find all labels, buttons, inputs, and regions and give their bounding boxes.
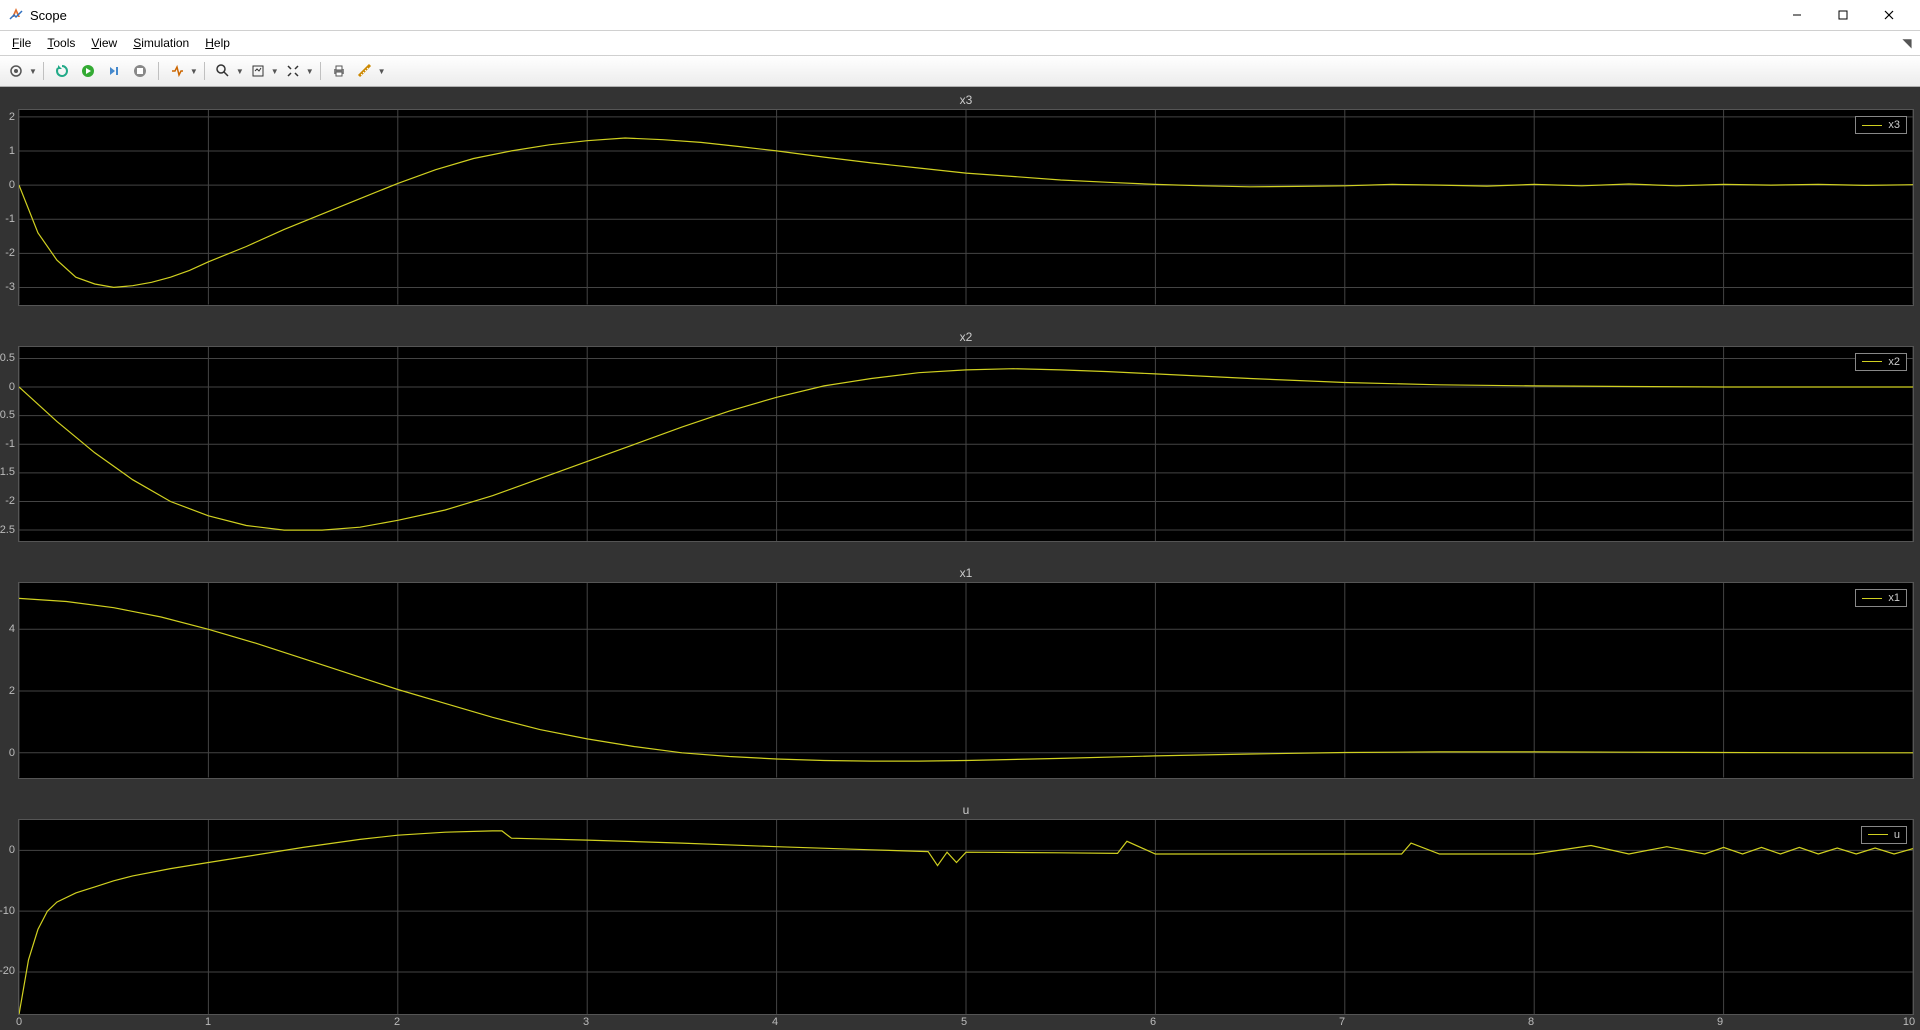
x-tick-label: 10 xyxy=(1903,1016,1915,1028)
legend-line-icon xyxy=(1862,598,1882,599)
legend-label: x2 xyxy=(1888,356,1900,368)
y-tick-label: 0 xyxy=(9,381,15,393)
chart-x3[interactable]: x3-3-2-1012x3 xyxy=(18,91,1914,306)
legend-label: x1 xyxy=(1888,592,1900,604)
dropdown-arrow-icon[interactable]: ▼ xyxy=(378,67,386,76)
chart-title: x1 xyxy=(18,564,1914,582)
zoom-axes-button[interactable] xyxy=(246,59,270,83)
menu-help[interactable]: Help xyxy=(197,34,238,52)
y-tick-label: -1 xyxy=(5,213,15,225)
toolbar-separator xyxy=(204,62,205,80)
legend-line-icon xyxy=(1862,125,1882,126)
menu-file[interactable]: File xyxy=(4,34,39,52)
x-tick-label: 9 xyxy=(1717,1016,1723,1028)
y-tick-label: -2 xyxy=(5,247,15,259)
menubar-overflow-icon[interactable]: ◥ xyxy=(1898,34,1916,52)
dropdown-arrow-icon[interactable]: ▼ xyxy=(236,67,244,76)
restart-button[interactable] xyxy=(50,59,74,83)
legend-label: x3 xyxy=(1888,119,1900,131)
highlight-signal-button[interactable] xyxy=(165,59,189,83)
y-tick-label: 4 xyxy=(9,623,15,635)
x-tick-label: 0 xyxy=(16,1016,22,1028)
x-tick-label: 4 xyxy=(772,1016,778,1028)
y-tick-label: 0 xyxy=(9,844,15,856)
minimize-button[interactable] xyxy=(1774,0,1820,30)
toolbar-separator xyxy=(158,62,159,80)
close-button[interactable] xyxy=(1866,0,1912,30)
stop-button[interactable] xyxy=(128,59,152,83)
plot-area[interactable]: -2.5-2-1.5-1-0.500.5x2 xyxy=(18,346,1914,543)
measurements-button[interactable] xyxy=(353,59,377,83)
dropdown-arrow-icon[interactable]: ▼ xyxy=(29,67,37,76)
x-tick-label: 3 xyxy=(583,1016,589,1028)
step-forward-button[interactable] xyxy=(102,59,126,83)
chart-title: x2 xyxy=(18,328,1914,346)
run-button[interactable] xyxy=(76,59,100,83)
menu-view[interactable]: View xyxy=(83,34,125,52)
dropdown-arrow-icon[interactable]: ▼ xyxy=(190,67,198,76)
plot-area[interactable]: 024x1 xyxy=(18,582,1914,779)
y-tick-label: 0 xyxy=(9,747,15,759)
chart-x1[interactable]: x1024x1 xyxy=(18,564,1914,779)
plot-area[interactable]: -3-2-1012x3 xyxy=(18,109,1914,306)
y-tick-label: -2 xyxy=(5,495,15,507)
scope-display: x3-3-2-1012x3x2-2.5-2-1.5-1-0.500.5x2x10… xyxy=(0,87,1920,1030)
toolbar-separator xyxy=(320,62,321,80)
titlebar: Scope xyxy=(0,0,1920,31)
toolbar: ▼ ▼ ▼ ▼ ▼ ▼ xyxy=(0,56,1920,87)
y-tick-label: -10 xyxy=(0,905,15,917)
chart-title: u xyxy=(18,801,1914,819)
y-tick-label: 0 xyxy=(9,179,15,191)
y-tick-label: -3 xyxy=(5,281,15,293)
chart-u[interactable]: u-20-100012345678910u xyxy=(18,801,1914,1016)
menu-tools[interactable]: Tools xyxy=(39,34,83,52)
dropdown-arrow-icon[interactable]: ▼ xyxy=(271,67,279,76)
y-tick-label: -2.5 xyxy=(0,524,15,536)
legend[interactable]: x2 xyxy=(1855,353,1907,371)
legend[interactable]: u xyxy=(1861,826,1907,844)
y-tick-label: 2 xyxy=(9,111,15,123)
print-button[interactable] xyxy=(327,59,351,83)
y-tick-label: 0.5 xyxy=(0,352,15,364)
y-tick-label: -1.5 xyxy=(0,466,15,478)
toolbar-separator xyxy=(43,62,44,80)
y-tick-label: -0.5 xyxy=(0,409,15,421)
x-tick-label: 6 xyxy=(1150,1016,1156,1028)
window-title: Scope xyxy=(30,8,1774,23)
legend[interactable]: x3 xyxy=(1855,116,1907,134)
x-tick-label: 1 xyxy=(205,1016,211,1028)
menubar: File Tools View Simulation Help ◥ xyxy=(0,31,1920,56)
y-tick-label: 1 xyxy=(9,145,15,157)
menu-simulation[interactable]: Simulation xyxy=(125,34,197,52)
legend-line-icon xyxy=(1862,361,1882,362)
scale-axes-button[interactable] xyxy=(281,59,305,83)
y-tick-label: 2 xyxy=(9,685,15,697)
dropdown-arrow-icon[interactable]: ▼ xyxy=(306,67,314,76)
x-tick-label: 7 xyxy=(1339,1016,1345,1028)
x-tick-label: 5 xyxy=(961,1016,967,1028)
legend[interactable]: x1 xyxy=(1855,589,1907,607)
x-tick-label: 8 xyxy=(1528,1016,1534,1028)
legend-line-icon xyxy=(1868,834,1888,835)
x-tick-label: 2 xyxy=(394,1016,400,1028)
chart-title: x3 xyxy=(18,91,1914,109)
zoom-button[interactable] xyxy=(211,59,235,83)
legend-label: u xyxy=(1894,829,1900,841)
y-tick-label: -1 xyxy=(5,438,15,450)
chart-x2[interactable]: x2-2.5-2-1.5-1-0.500.5x2 xyxy=(18,328,1914,543)
configuration-button[interactable] xyxy=(4,59,28,83)
plot-area[interactable]: -20-100012345678910u xyxy=(18,819,1914,1016)
maximize-button[interactable] xyxy=(1820,0,1866,30)
matlab-icon xyxy=(8,7,24,23)
y-tick-label: -20 xyxy=(0,965,15,977)
